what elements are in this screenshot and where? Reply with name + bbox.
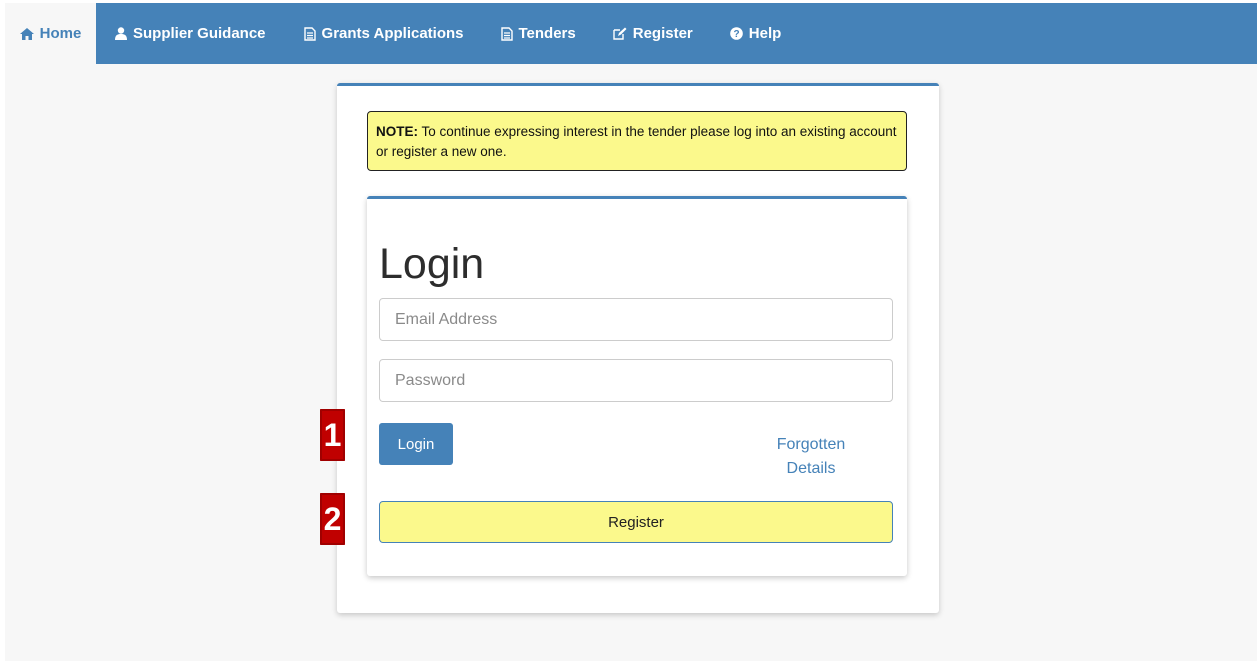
note-prefix: NOTE:: [376, 124, 418, 139]
forgotten-details-link[interactable]: Forgotten Details: [752, 433, 870, 481]
forgotten-details-line1: Forgotten: [776, 436, 846, 453]
nav-help-label: Help: [748, 25, 782, 42]
svg-text:?: ?: [733, 29, 739, 40]
note-banner: NOTE: To continue expressing interest in…: [367, 111, 907, 171]
forgotten-details-line2: Details: [786, 460, 836, 477]
login-title: Login: [379, 240, 485, 288]
nav-register-label: Register: [632, 25, 693, 42]
edit-icon: [613, 27, 627, 40]
nav-grants-applications-label: Grants Applications: [321, 25, 464, 42]
document-icon: [303, 26, 316, 41]
nav-home[interactable]: Home: [5, 3, 96, 64]
step-marker-1: 1: [320, 409, 345, 461]
register-button[interactable]: Register: [379, 501, 893, 543]
user-icon: [115, 27, 127, 40]
password-field[interactable]: [379, 359, 893, 402]
nav-register[interactable]: Register: [613, 3, 693, 64]
email-field[interactable]: [379, 298, 893, 341]
top-navbar: Home Supplier Guidance Grants Applicatio…: [5, 3, 1257, 64]
nav-help[interactable]: ? Help: [729, 3, 782, 64]
document-icon: [500, 26, 513, 41]
note-text: To continue expressing interest in the t…: [376, 124, 897, 159]
nav-grants-applications[interactable]: Grants Applications: [303, 3, 464, 64]
login-button[interactable]: Login: [379, 423, 453, 465]
page: Home Supplier Guidance Grants Applicatio…: [5, 3, 1257, 661]
nav-home-label: Home: [39, 25, 82, 42]
question-circle-icon: ?: [729, 27, 743, 40]
step-marker-2: 2: [320, 493, 345, 545]
tender-interest-card: NOTE: To continue expressing interest in…: [337, 83, 939, 613]
nav-supplier-guidance-label: Supplier Guidance: [133, 25, 266, 42]
nav-supplier-guidance[interactable]: Supplier Guidance: [115, 3, 266, 64]
nav-tenders-label: Tenders: [518, 25, 576, 42]
nav-tenders[interactable]: Tenders: [500, 3, 576, 64]
home-icon: [19, 27, 34, 40]
login-card: Login Login Forgotten Details Register: [367, 196, 907, 576]
